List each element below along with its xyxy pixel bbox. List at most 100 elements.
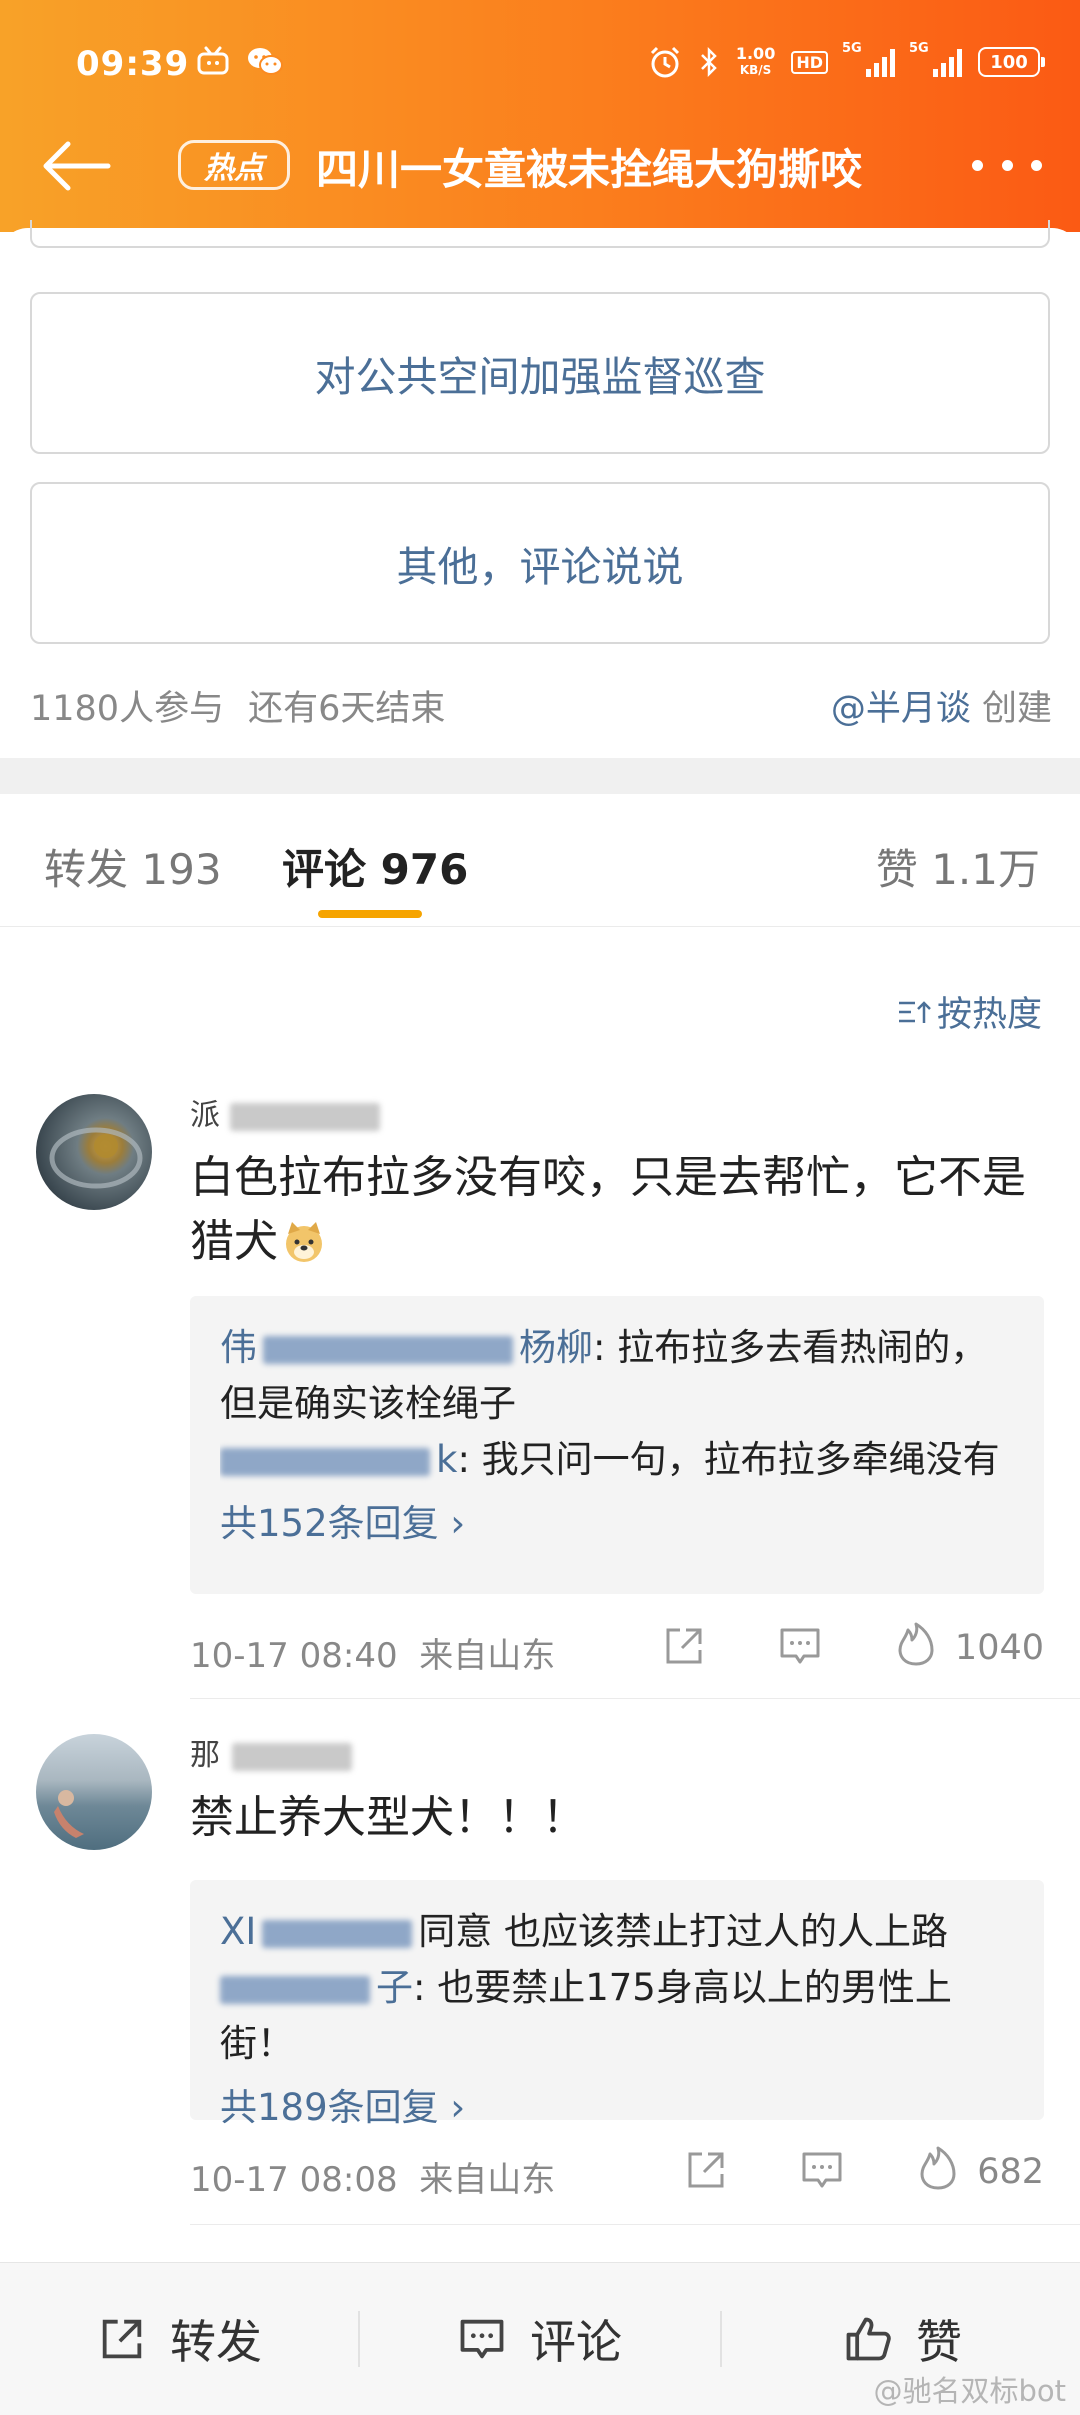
network-speed-unit: KB/S — [739, 63, 772, 77]
battery-level: 100 — [990, 51, 1028, 73]
comment-meta: 10-17 08:40 来自山东 — [190, 1628, 555, 1677]
page-title: 四川一女童被未拴绳大狗撕咬 — [316, 145, 863, 194]
tab-repost-label: 转发 — [44, 845, 129, 894]
reply-user[interactable]: 伟 杨柳 — [220, 1326, 593, 1369]
tab-like-label: 赞 — [875, 845, 918, 894]
sort-label: 按热度 — [936, 995, 1042, 1035]
comment-label: 评论 — [530, 2315, 622, 2369]
comment-divider — [190, 1698, 1080, 1699]
username-text: 那 — [190, 1738, 220, 1773]
status-icons: 1.00 KB/S HD 5G 5G 100 — [648, 40, 1045, 84]
poll-option-2[interactable]: 其他，评论说说 — [30, 482, 1050, 644]
chevron-right-icon: › — [450, 1502, 466, 1545]
bluetooth-icon — [700, 46, 717, 78]
comment-divider — [190, 2224, 1080, 2225]
tab-comment[interactable]: 评论 976 — [282, 836, 468, 897]
comment-icon — [460, 2319, 504, 2359]
reply-text: 同意 也应该禁止打过人的人上路 — [418, 1910, 949, 1953]
creator-link[interactable]: @半月谈 — [831, 689, 971, 729]
reply-user-visible: 伟 — [220, 1326, 257, 1369]
creator-suffix: 创建 — [970, 689, 1052, 729]
more-options-button[interactable] — [972, 150, 1042, 180]
more-replies-link[interactable]: 共189条回复 › — [220, 2076, 1014, 2140]
reply-item: 伟杨柳: 拉布拉多去看热闹的，但是确实该栓绳子 — [220, 1320, 1014, 1432]
status-bar: 09:39 1.00 KB/S HD 5G 5G 100 — [0, 0, 1080, 130]
comment-button[interactable]: 评论 — [456, 2263, 622, 2415]
avatar[interactable] — [36, 1734, 152, 1850]
tab-like-count: 1.1万 — [931, 845, 1040, 894]
hd-badge: HD — [791, 50, 828, 74]
share-icon[interactable] — [682, 2146, 730, 2194]
reply-user-visible: XI — [220, 1910, 257, 1953]
status-time: 09:39 — [76, 44, 190, 84]
like-count: 682 — [977, 2152, 1044, 2192]
active-tab-indicator — [318, 910, 422, 918]
reply-box[interactable]: 伟杨柳: 拉布拉多去看热闹的，但是确实该栓绳子 k: 我只问一句，拉布拉多牵绳没… — [190, 1296, 1044, 1594]
reply-box[interactable]: XI 同意 也应该禁止打过人的人上路 子: 也要禁止175身高以上的男性上街！ 共… — [190, 1880, 1044, 2129]
poll-card: 对公共空间加强监督巡查 其他，评论说说 1180人参与 还有6天结束 @半月谈 创… — [0, 220, 1080, 758]
reply-user[interactable]: XI — [220, 1910, 418, 1953]
comment-date: 10-17 08:08 — [190, 2160, 398, 2200]
reply-item: XI 同意 也应该禁止打过人的人上路 — [220, 1904, 1014, 1960]
reply-item: 子: 也要禁止175身高以上的男性上街！ — [220, 1960, 1014, 2072]
tab-comment-count: 976 — [380, 845, 469, 894]
hot-badge: 热点 — [178, 140, 290, 190]
reply-icon[interactable] — [798, 2146, 846, 2194]
more-replies-text: 共152条回复 — [220, 1502, 439, 1545]
more-replies-link[interactable]: 共152条回复 › — [220, 1492, 1014, 1556]
poll-option-1[interactable]: 对公共空间加强监督巡查 — [30, 292, 1050, 454]
network-speed: 1.00 KB/S — [736, 46, 775, 78]
sort-button[interactable]: 按热度 — [897, 986, 1042, 1037]
signal-label: 5G — [842, 41, 862, 56]
signal-label-2: 5G — [909, 41, 929, 56]
signal-icon: 5G — [842, 41, 895, 77]
poll-option-partial — [30, 220, 1050, 248]
tv-app-icon — [197, 46, 229, 75]
reply-text: : 我只问一句，拉布拉多牵绳没有 — [457, 1438, 1000, 1481]
doge-emoji-icon — [286, 1222, 322, 1262]
wechat-icon — [248, 48, 283, 75]
comment-meta: 10-17 08:08 来自山东 — [190, 2152, 555, 2201]
share-icon[interactable] — [660, 1622, 708, 1670]
comment-text: 白色拉布拉多没有咬，只是去帮忙，它不是猎犬 — [190, 1146, 1050, 1274]
tab-like[interactable]: 赞 1.1万 — [876, 836, 1040, 897]
poll-participants: 1180人参与 — [30, 689, 225, 729]
network-speed-value: 1.00 — [735, 44, 776, 63]
comment-username[interactable]: 那 — [190, 1730, 352, 1774]
repost-label: 转发 — [170, 2315, 262, 2369]
tab-repost[interactable]: 转发 193 — [44, 836, 222, 897]
like-flame-icon[interactable] — [914, 2144, 962, 2192]
reply-user[interactable]: k — [220, 1438, 457, 1481]
signal-icon-2: 5G — [909, 41, 962, 77]
tab-bar: 转发 193 评论 976 赞 1.1万 — [0, 794, 1080, 927]
thumbs-up-icon — [846, 2317, 891, 2361]
chevron-right-icon: › — [450, 2086, 466, 2129]
comment-date: 10-17 08:40 — [190, 1636, 398, 1676]
nav-bar: 热点 四川一女童被未拴绳大狗撕咬 — [0, 120, 1080, 210]
bottom-separator — [358, 2311, 360, 2367]
repost-button[interactable]: 转发 — [96, 2263, 262, 2415]
poll-creator: @半月谈 创建 — [831, 680, 1052, 731]
reply-user-suffix: 子 — [376, 1966, 413, 2009]
back-arrow-icon[interactable] — [38, 136, 118, 196]
watermark: @驰名双标bot — [873, 2374, 1066, 2408]
poll-remaining: 还有6天结束 — [248, 689, 446, 729]
reply-user[interactable]: 子 — [220, 1966, 413, 2009]
more-replies-text: 共189条回复 — [220, 2086, 439, 2129]
reply-icon[interactable] — [776, 1622, 824, 1670]
like-label: 赞 — [916, 2315, 962, 2369]
sort-icon — [898, 1000, 931, 1023]
tab-repost-count: 193 — [141, 845, 222, 894]
reply-user-suffix: 杨柳 — [519, 1326, 593, 1369]
share-icon — [102, 2319, 142, 2359]
comment-text: 禁止养大型犬！！！ — [190, 1792, 586, 1843]
reply-item: k: 我只问一句，拉布拉多牵绳没有 — [220, 1432, 1014, 1488]
comment-location: 来自山东 — [419, 1636, 556, 1676]
section-gap — [0, 758, 1080, 794]
alarm-icon — [650, 46, 679, 78]
avatar[interactable] — [36, 1094, 152, 1210]
like-flame-icon[interactable] — [892, 1620, 940, 1668]
poll-meta: 1180人参与 还有6天结束 — [30, 680, 445, 731]
comment-location: 来自山东 — [419, 2160, 556, 2200]
comment-username[interactable]: 派 — [190, 1090, 380, 1134]
